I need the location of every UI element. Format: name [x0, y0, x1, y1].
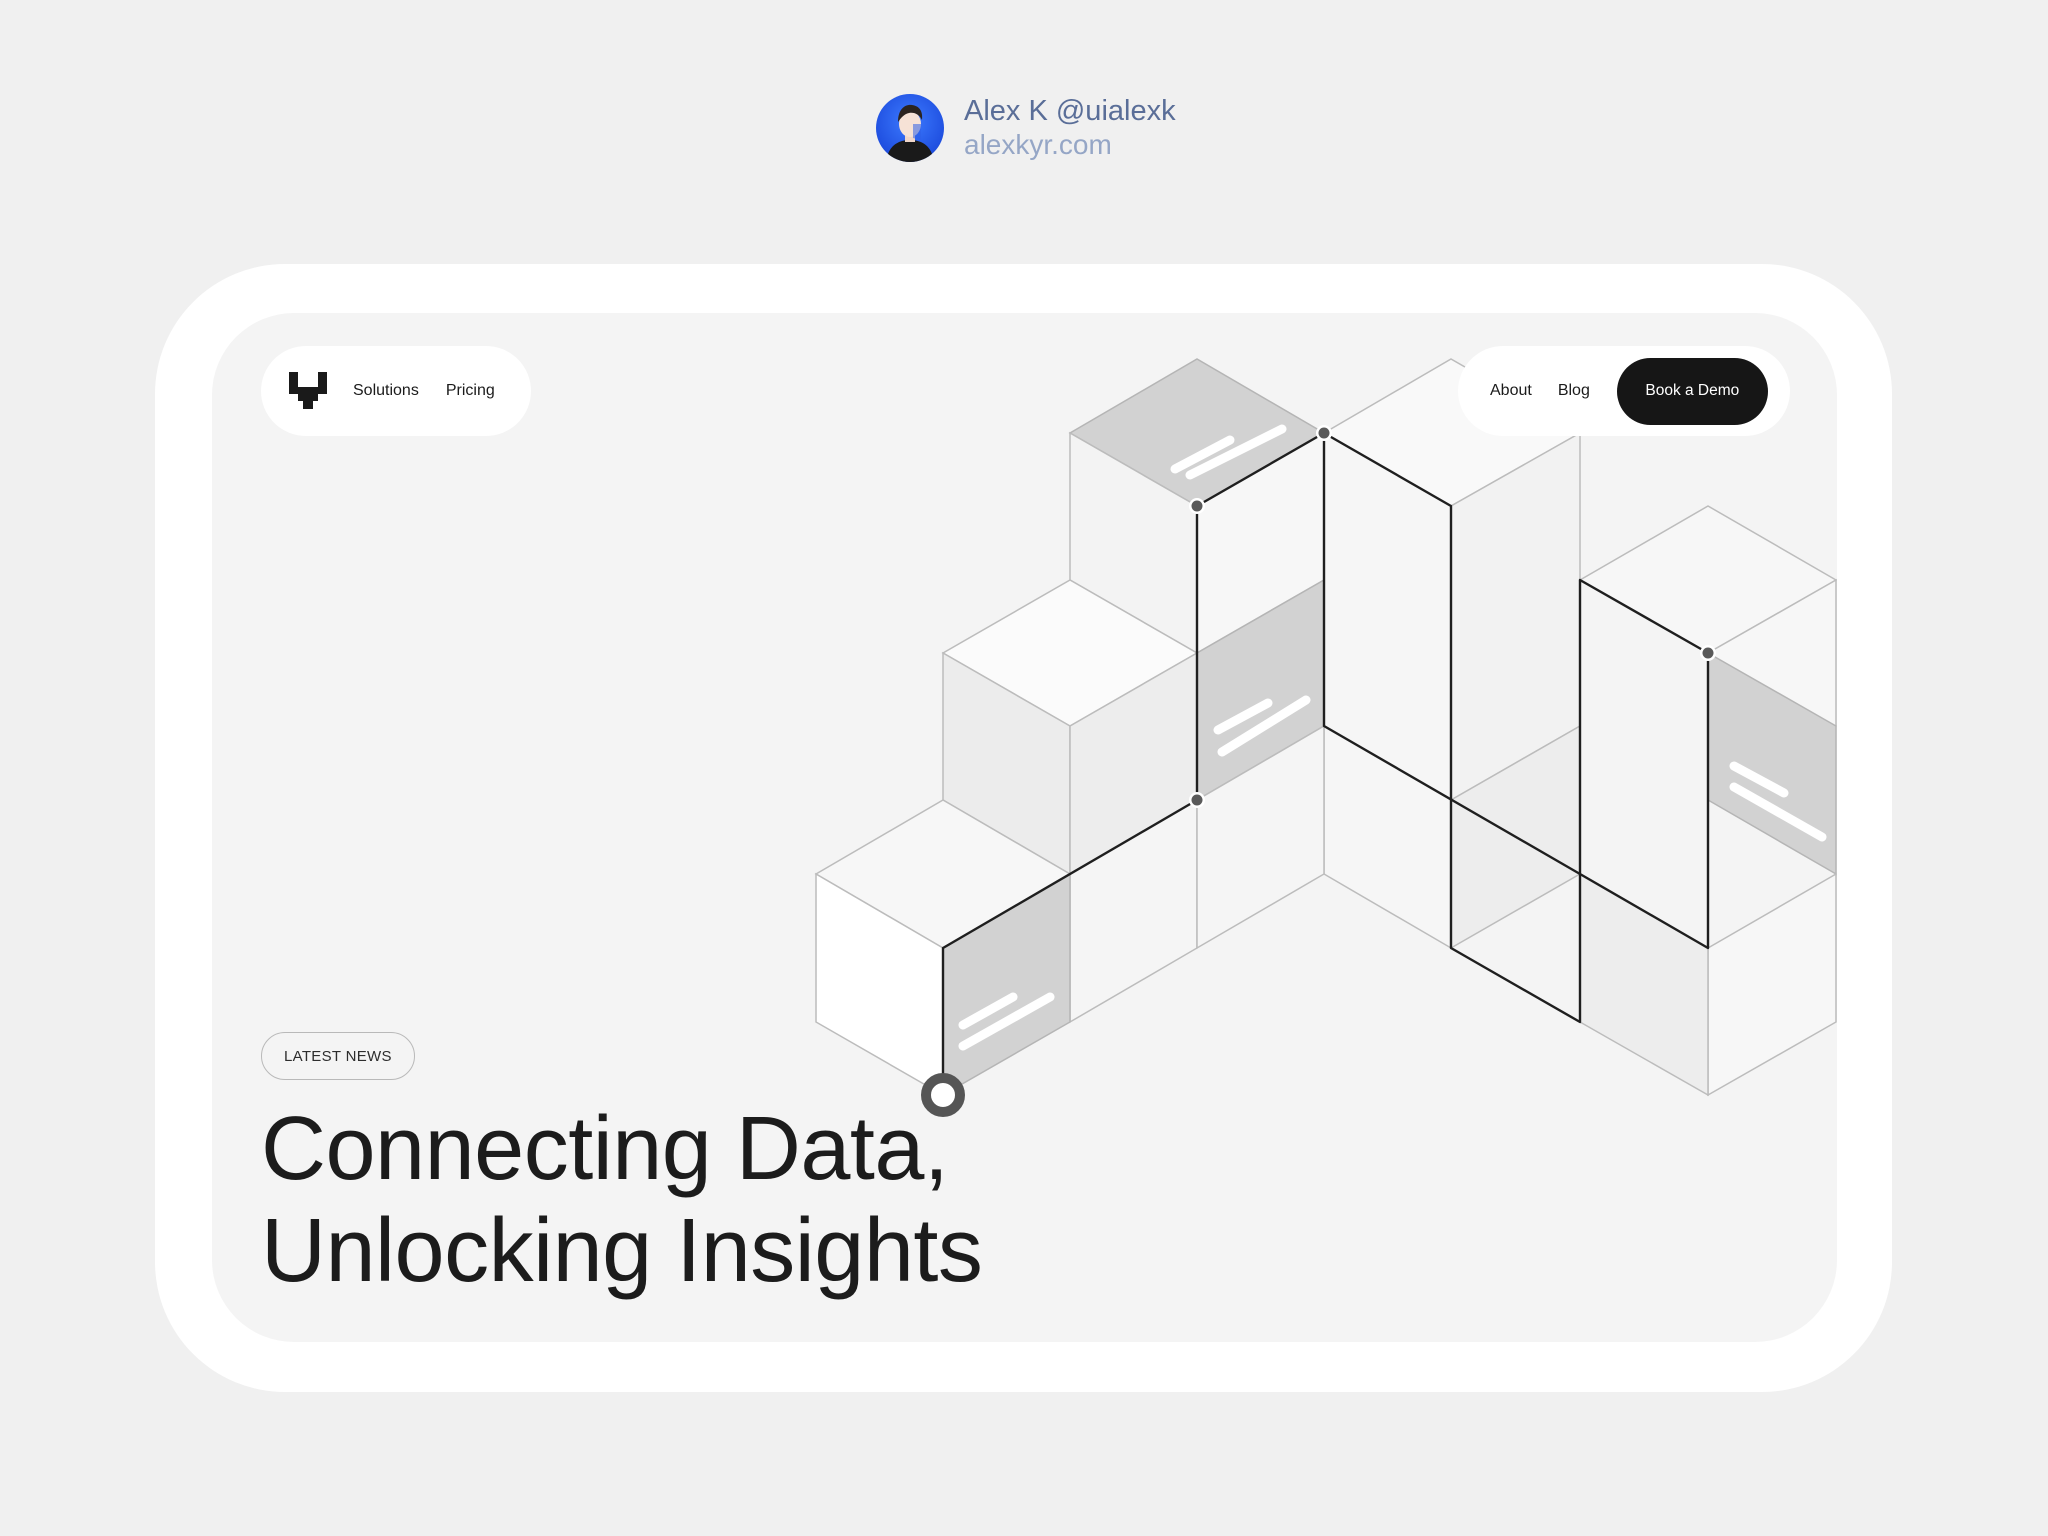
hero-section: Solutions Pricing About Blog Book a Demo… — [212, 313, 1837, 1342]
nav-link-solutions[interactable]: Solutions — [353, 382, 419, 400]
secondary-nav: About Blog Book a Demo — [1458, 346, 1790, 436]
author-avatar — [876, 94, 944, 162]
avatar-illustration-icon — [886, 104, 934, 162]
author-name: Alex K @uialexk — [964, 95, 1176, 127]
nav-link-about[interactable]: About — [1490, 382, 1532, 400]
author-credit: Alex K @uialexk alexkyr.com — [876, 94, 1176, 162]
hero-headline-line-2: Unlocking Insights — [261, 1201, 983, 1301]
hero-headline: Connecting Data, Unlocking Insights — [261, 1098, 983, 1302]
nav-link-pricing[interactable]: Pricing — [446, 382, 495, 400]
primary-nav: Solutions Pricing — [261, 346, 531, 436]
hero-headline-line-1: Connecting Data, — [261, 1099, 949, 1199]
network-node — [1702, 647, 1714, 659]
author-text: Alex K @uialexk alexkyr.com — [964, 94, 1176, 162]
brand-logo-icon[interactable] — [289, 372, 327, 410]
nav-link-blog[interactable]: Blog — [1558, 382, 1590, 400]
author-site-link[interactable]: alexkyr.com — [964, 128, 1176, 162]
network-node — [1318, 427, 1330, 439]
network-node — [1191, 500, 1203, 512]
book-demo-button[interactable]: Book a Demo — [1616, 357, 1768, 425]
cube-face — [1707, 872, 1837, 1097]
latest-news-badge[interactable]: LATEST NEWS — [261, 1032, 415, 1080]
network-node — [1191, 794, 1203, 806]
